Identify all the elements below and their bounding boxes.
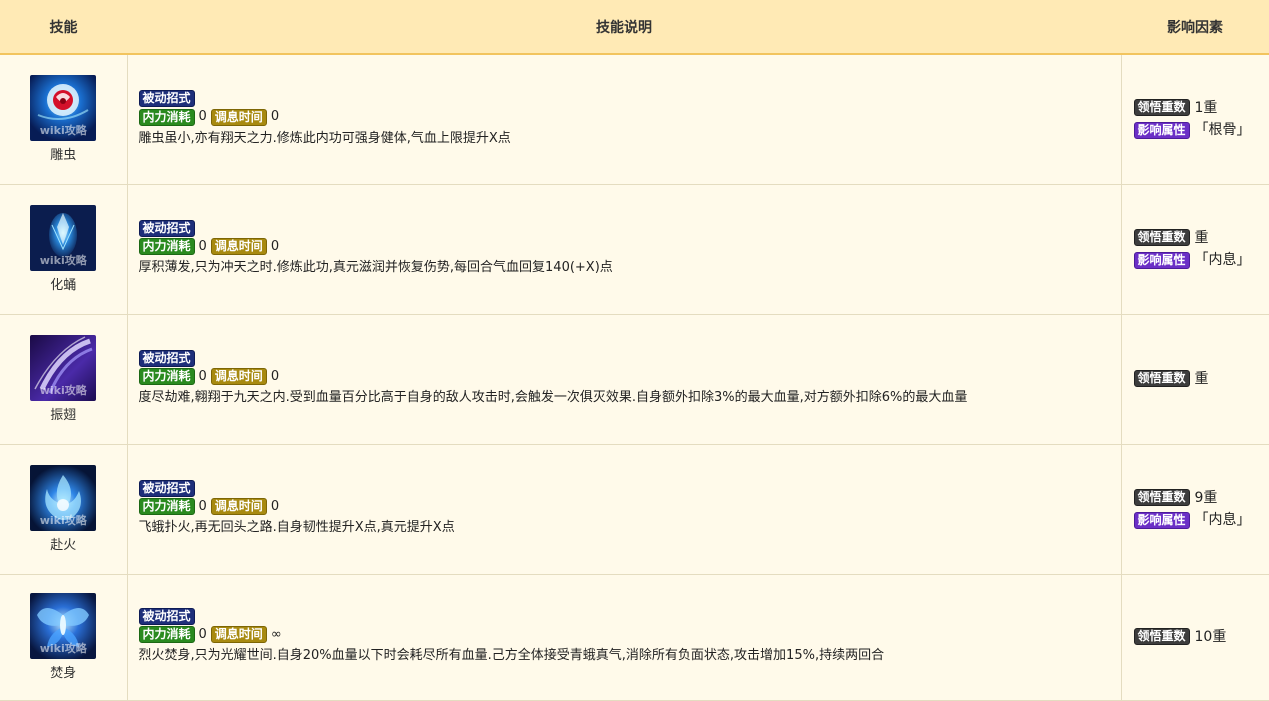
comprehension-tag: 领悟重数 bbox=[1133, 229, 1190, 246]
comprehension-tag: 领悟重数 bbox=[1133, 628, 1190, 646]
factor-cell: 领悟重数 1重 影响属性 「根骨」 bbox=[1121, 54, 1269, 185]
cooldown-value: 0 bbox=[270, 368, 280, 384]
cost-tag: 内力消耗 bbox=[138, 498, 195, 516]
factor-cell: 领悟重数重 影响属性 「内息」 bbox=[1121, 184, 1269, 315]
attribute-value: 「内息」 bbox=[1194, 512, 1251, 528]
cooldown-tag: 调息时间 bbox=[210, 368, 267, 386]
comprehension-value: 重 bbox=[1194, 229, 1209, 246]
skill-icon-zhenchi[interactable]: wiki攻略 bbox=[30, 335, 97, 401]
skill-cell: wiki攻略 赴火 bbox=[0, 444, 128, 575]
cooldown-value: 0 bbox=[270, 109, 280, 124]
skill-description: 度尽劫难,翱翔于九天之内.受到血量百分比高于自身的敌人攻击时,会触发一次俱灭效果… bbox=[138, 390, 968, 406]
table-row: wiki攻略 振翅 被动招式 内力消耗 0 调息时间 0 度尽劫难,翱翔于九天之内.受… bbox=[0, 314, 1269, 445]
skill-cell: wiki攻略 焚身 bbox=[0, 574, 128, 701]
cost-tag: 内力消耗 bbox=[138, 626, 195, 644]
cost-tag: 内力消耗 bbox=[138, 238, 195, 256]
comprehension-tag: 领悟重数 bbox=[1133, 99, 1190, 117]
skill-description: 烈火焚身,只为光耀世间.自身20%血量以下时会耗尽所有血量.己方全体接受青蛾真气… bbox=[138, 648, 885, 664]
skill-description: 厚积薄发,只为冲天之时.修炼此功,真元滋润并恢复伤势,每回合气血回复140(+X… bbox=[138, 260, 613, 276]
table-row: wiki攻略 焚身 被动招式 内力消耗 0 调息时间 ∞ 烈火焚身,只为光耀世间.自身… bbox=[0, 574, 1269, 701]
skill-table: 技能 技能说明 影响因素 wiki攻略 雕虫 被动招式 内力消耗 0 调息时间 … bbox=[0, 0, 1269, 701]
passive-tag: 被动招式 bbox=[138, 219, 195, 237]
cost-value: 0 bbox=[198, 238, 207, 254]
cooldown-value: 0 bbox=[270, 238, 280, 254]
cost-value: 0 bbox=[198, 498, 207, 514]
watermark: wiki攻略 bbox=[39, 384, 87, 397]
table-row: wiki攻略 赴火 被动招式 内力消耗 0 调息时间 0 飞蛾扑火,再无回头之路.自身… bbox=[0, 444, 1269, 575]
skill-description: 飞蛾扑火,再无回头之路.自身韧性提升X点,真元提升X点 bbox=[138, 520, 455, 536]
skill-name: 雕虫 bbox=[50, 148, 77, 164]
passive-tag: 被动招式 bbox=[138, 90, 195, 107]
comprehension-value: 重 bbox=[1194, 370, 1209, 387]
skill-name: 化蛹 bbox=[50, 278, 77, 293]
cooldown-tag: 调息时间 bbox=[210, 498, 267, 516]
cooldown-value: ∞ bbox=[270, 626, 282, 642]
comprehension-value: 9重 bbox=[1194, 489, 1218, 506]
attribute-value: 「根骨」 bbox=[1194, 122, 1251, 139]
header-skill[interactable]: 技能 bbox=[0, 0, 127, 55]
table-row: wiki攻略 雕虫 被动招式 内力消耗 0 调息时间 0 雕虫虽小,亦有翔天之力.修炼… bbox=[0, 54, 1269, 185]
cost-tag: 内力消耗 bbox=[138, 368, 195, 386]
factor-cell: 领悟重数重 bbox=[1121, 314, 1269, 445]
cost-value: 0 bbox=[198, 368, 207, 384]
attribute-tag: 影响属性 bbox=[1133, 511, 1190, 529]
passive-tag: 被动招式 bbox=[138, 607, 195, 625]
factor-cell: 领悟重数 10重 bbox=[1121, 574, 1269, 701]
comprehension-tag: 领悟重数 bbox=[1133, 370, 1190, 388]
description-cell: 被动招式 内力消耗 0 调息时间 0 飞蛾扑火,再无回头之路.自身韧性提升X点,真元提… bbox=[127, 444, 1122, 575]
skill-icon-huayong[interactable]: wiki攻略 bbox=[30, 205, 97, 271]
attribute-tag: 影响属性 bbox=[1133, 251, 1190, 269]
cost-value: 0 bbox=[198, 109, 207, 124]
cost-value: 0 bbox=[198, 626, 207, 642]
description-cell: 被动招式 内力消耗 0 调息时间 0 厚积薄发,只为冲天之时.修炼此功,真元滋润并恢复… bbox=[127, 184, 1122, 315]
watermark: wiki攻略 bbox=[39, 642, 87, 655]
description-cell: 被动招式 内力消耗 0 调息时间 0 度尽劫难,翱翔于九天之内.受到血量百分比高于自身… bbox=[127, 314, 1122, 445]
skill-name: 赴火 bbox=[50, 538, 77, 553]
skill-description: 雕虫虽小,亦有翔天之力.修炼此内功可强身健体,气血上限提升X点 bbox=[138, 130, 511, 146]
skill-icon-diaochong[interactable]: wiki攻略 bbox=[30, 75, 97, 142]
skill-cell: wiki攻略 化蛹 bbox=[0, 184, 128, 315]
skill-icon-fenshen[interactable]: wiki攻略 bbox=[30, 593, 97, 659]
watermark: wiki攻略 bbox=[39, 254, 87, 267]
cost-tag: 内力消耗 bbox=[138, 108, 195, 126]
factor-cell: 领悟重数 9重 影响属性 「内息」 bbox=[1121, 444, 1269, 575]
skill-cell: wiki攻略 振翅 bbox=[0, 314, 128, 445]
comprehension-tag: 领悟重数 bbox=[1133, 489, 1190, 506]
passive-tag: 被动招式 bbox=[138, 349, 195, 367]
cooldown-tag: 调息时间 bbox=[210, 238, 267, 256]
description-cell: 被动招式 内力消耗 0 调息时间 0 雕虫虽小,亦有翔天之力.修炼此内功可强身健体,气… bbox=[127, 54, 1122, 185]
cooldown-value: 0 bbox=[270, 498, 280, 514]
cooldown-tag: 调息时间 bbox=[210, 108, 267, 126]
watermark: wiki攻略 bbox=[39, 514, 87, 527]
table-row: wiki攻略 化蛹 被动招式 内力消耗 0 调息时间 0 厚积薄发,只为冲天之时.修炼… bbox=[0, 184, 1269, 315]
skill-name: 振翅 bbox=[50, 408, 77, 423]
skill-cell: wiki攻略 雕虫 bbox=[0, 54, 128, 185]
description-cell: 被动招式 内力消耗 0 调息时间 ∞ 烈火焚身,只为光耀世间.自身20%血量以下时会耗… bbox=[127, 574, 1122, 701]
table-header: 技能 技能说明 影响因素 bbox=[0, 0, 1269, 55]
header-factor[interactable]: 影响因素 bbox=[1121, 0, 1269, 55]
comprehension-value: 10重 bbox=[1194, 628, 1227, 645]
header-description[interactable]: 技能说明 bbox=[127, 0, 1121, 55]
attribute-tag: 影响属性 bbox=[1133, 121, 1190, 139]
comprehension-value: 1重 bbox=[1194, 99, 1218, 116]
skill-name: 焚身 bbox=[50, 666, 77, 681]
skill-icon-fuhuo[interactable]: wiki攻略 bbox=[30, 465, 97, 531]
watermark: wiki攻略 bbox=[39, 124, 87, 138]
attribute-value: 「内息」 bbox=[1194, 252, 1251, 268]
cooldown-tag: 调息时间 bbox=[210, 626, 267, 644]
passive-tag: 被动招式 bbox=[138, 479, 195, 497]
